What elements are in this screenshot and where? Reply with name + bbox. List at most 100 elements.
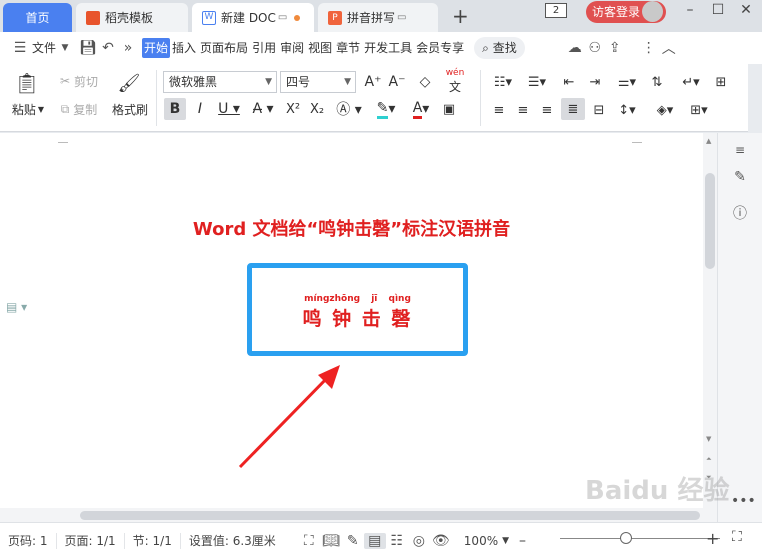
outline-view-icon[interactable]: ☷ <box>386 533 408 549</box>
tab-templates[interactable]: 稻壳模板 <box>76 3 188 32</box>
font-size-select[interactable]: 四号 ▼ <box>280 71 356 93</box>
panel-menu-icon[interactable]: ≡ <box>731 143 749 157</box>
status-setting[interactable]: 设置值: 6.3厘米 <box>181 533 284 549</box>
paste-button[interactable]: 粘贴 ▼ <box>8 100 48 118</box>
align-left-icon[interactable]: ≡ <box>488 100 510 120</box>
more-chevron-icon[interactable]: » <box>118 40 138 56</box>
ribbon-scroll-handle[interactable] <box>748 64 762 132</box>
distribute-icon[interactable]: ⊟ <box>588 100 610 120</box>
chevron-down-icon[interactable]: ▼ <box>58 43 72 53</box>
tab-new-doc[interactable]: W 新建 DOC ▭ <box>192 3 314 32</box>
export-icon[interactable]: ⇪ <box>605 40 625 56</box>
help-icon[interactable]: ⓘ <box>731 203 749 223</box>
italic-icon[interactable]: I <box>190 98 210 120</box>
chinese-layout-icon[interactable]: ⚌▾ <box>612 72 642 92</box>
shrink-font-icon[interactable]: A⁻ <box>386 72 408 92</box>
fullscreen-icon[interactable]: ⛶ <box>298 533 320 549</box>
eye-protect-icon[interactable]: 👁︎ <box>430 533 452 549</box>
maximize-icon[interactable]: ☐ <box>708 2 728 18</box>
tab-chapter[interactable]: 章节 <box>334 38 362 58</box>
prev-page-icon[interactable]: ⏶ <box>706 455 712 464</box>
align-right-icon[interactable]: ≡ <box>536 100 558 120</box>
shading-icon[interactable]: ◈▾ <box>650 100 680 120</box>
char-border-icon[interactable]: ▣ <box>438 98 460 120</box>
read-mode-icon[interactable]: 📖︎ <box>320 533 342 549</box>
zoom-in-icon[interactable]: + <box>706 529 719 548</box>
close-icon[interactable]: ✕ <box>736 2 756 18</box>
collapse-ribbon-icon[interactable]: ︿ <box>659 38 679 58</box>
save-icon[interactable]: 💾︎ <box>78 40 98 56</box>
clipboard-icon[interactable]: 📋︎ <box>12 70 42 96</box>
new-tab-plus-icon[interactable]: + <box>452 4 469 28</box>
zoom-slider-knob[interactable] <box>620 532 632 544</box>
document-canvas[interactable]: Word 文档给“鸣钟击磬”标注汉语拼音 míngzhōng jī qìng 鸣… <box>0 133 703 508</box>
tab-home[interactable]: 首页 <box>3 3 72 32</box>
status-page[interactable]: 页码: 1 <box>0 532 57 549</box>
tab-pinyin[interactable]: P 拼音拼写 ▭ <box>318 3 438 32</box>
pen-edit-icon[interactable]: ✎ <box>731 169 749 185</box>
font-color-icon[interactable]: A ▾ <box>406 98 436 120</box>
cut-button[interactable]: ✂ 剪切 <box>54 72 104 90</box>
grow-font-icon[interactable]: A⁺ <box>362 72 384 92</box>
share-user-icon[interactable]: ⚇ <box>585 40 605 56</box>
scroll-up-icon[interactable]: ▲ <box>706 137 711 145</box>
more-horizontal-icon[interactable]: ••• <box>731 493 756 509</box>
scroll-down-icon[interactable]: ▼ <box>706 435 711 443</box>
vertical-scroll-thumb[interactable] <box>705 173 715 269</box>
bold-icon[interactable]: B <box>164 98 186 120</box>
justify-icon[interactable]: ≣ <box>561 98 585 120</box>
undo-icon[interactable]: ↶ <box>98 40 118 56</box>
tab-references[interactable]: 引用 <box>250 38 278 58</box>
minimize-icon[interactable]: – <box>680 2 700 18</box>
doc-outline-icon[interactable]: ▤ ▾ <box>6 300 27 314</box>
chevron-down-icon[interactable]: ▼ <box>502 536 509 546</box>
strikethrough-icon[interactable]: A̶ ▾ <box>248 98 278 120</box>
tab-developer[interactable]: 开发工具 <box>362 38 414 58</box>
underline-icon[interactable]: U ▾ <box>214 98 244 120</box>
page-view-icon[interactable]: ▤ <box>363 532 386 549</box>
subscript-icon[interactable]: X₂ <box>306 98 328 120</box>
highlight-icon[interactable]: ✎ ▾ <box>370 98 402 120</box>
format-painter-icon[interactable]: 🖌︎ <box>116 70 142 96</box>
write-mode-icon[interactable]: ✎ <box>342 533 364 549</box>
decrease-indent-icon[interactable]: ⇤ <box>558 72 580 92</box>
fit-window-icon[interactable]: ⛶ <box>732 529 742 545</box>
tab-layout[interactable]: 页面布局 <box>198 38 250 58</box>
tab-insert[interactable]: 插入 <box>170 38 198 58</box>
web-view-icon[interactable]: ◎ <box>408 533 430 549</box>
horizontal-scrollbar[interactable] <box>0 508 717 522</box>
menu-file[interactable]: 文件 <box>30 38 58 58</box>
window-count-badge[interactable]: 2 <box>545 3 567 18</box>
borders-icon[interactable]: ⊞▾ <box>684 100 714 120</box>
bullet-list-icon[interactable]: ☷▾ <box>488 72 518 92</box>
more-vertical-icon[interactable]: ⋮ <box>639 40 659 56</box>
show-marks-icon[interactable]: ↵▾ <box>676 72 706 92</box>
align-center-icon[interactable]: ≡ <box>512 100 534 120</box>
tab-review[interactable]: 审阅 <box>278 38 306 58</box>
superscript-icon[interactable]: X² <box>282 98 304 120</box>
increase-indent-icon[interactable]: ⇥ <box>584 72 606 92</box>
copy-button[interactable]: ⧉ 复制 <box>54 100 104 118</box>
table-tools-icon[interactable]: ⊞ <box>710 72 732 92</box>
hamburger-icon[interactable]: ☰ <box>10 40 30 56</box>
zoom-out-icon[interactable]: – <box>519 533 526 549</box>
cloud-icon[interactable]: ☁ <box>565 40 585 56</box>
numbered-list-icon[interactable]: ☰▾ <box>522 72 552 92</box>
font-name-select[interactable]: 微软雅黑 ▼ <box>163 71 277 93</box>
zoom-slider-track[interactable] <box>560 538 720 539</box>
pinyin-guide-button[interactable]: wén 文 <box>440 68 470 94</box>
line-spacing-icon[interactable]: ↕▾ <box>612 100 642 120</box>
horizontal-scroll-thumb[interactable] <box>80 511 700 520</box>
tab-start[interactable]: 开始 <box>142 38 171 58</box>
zoom-level[interactable]: 100% <box>464 534 498 548</box>
clear-format-icon[interactable]: ◇ <box>414 72 436 92</box>
tab-view[interactable]: 视图 <box>306 38 334 58</box>
search-button[interactable]: ⌕ 查找 <box>474 37 525 59</box>
status-pages[interactable]: 页面: 1/1 <box>57 532 125 549</box>
format-painter-button[interactable]: 格式刷 <box>108 100 152 118</box>
sort-icon[interactable]: ⇅ <box>646 72 668 92</box>
avatar[interactable] <box>642 1 663 22</box>
text-effect-icon[interactable]: Ⓐ ▾ <box>334 98 364 120</box>
tab-member[interactable]: 会员专享 <box>414 38 466 58</box>
status-section[interactable]: 节: 1/1 <box>125 532 181 549</box>
